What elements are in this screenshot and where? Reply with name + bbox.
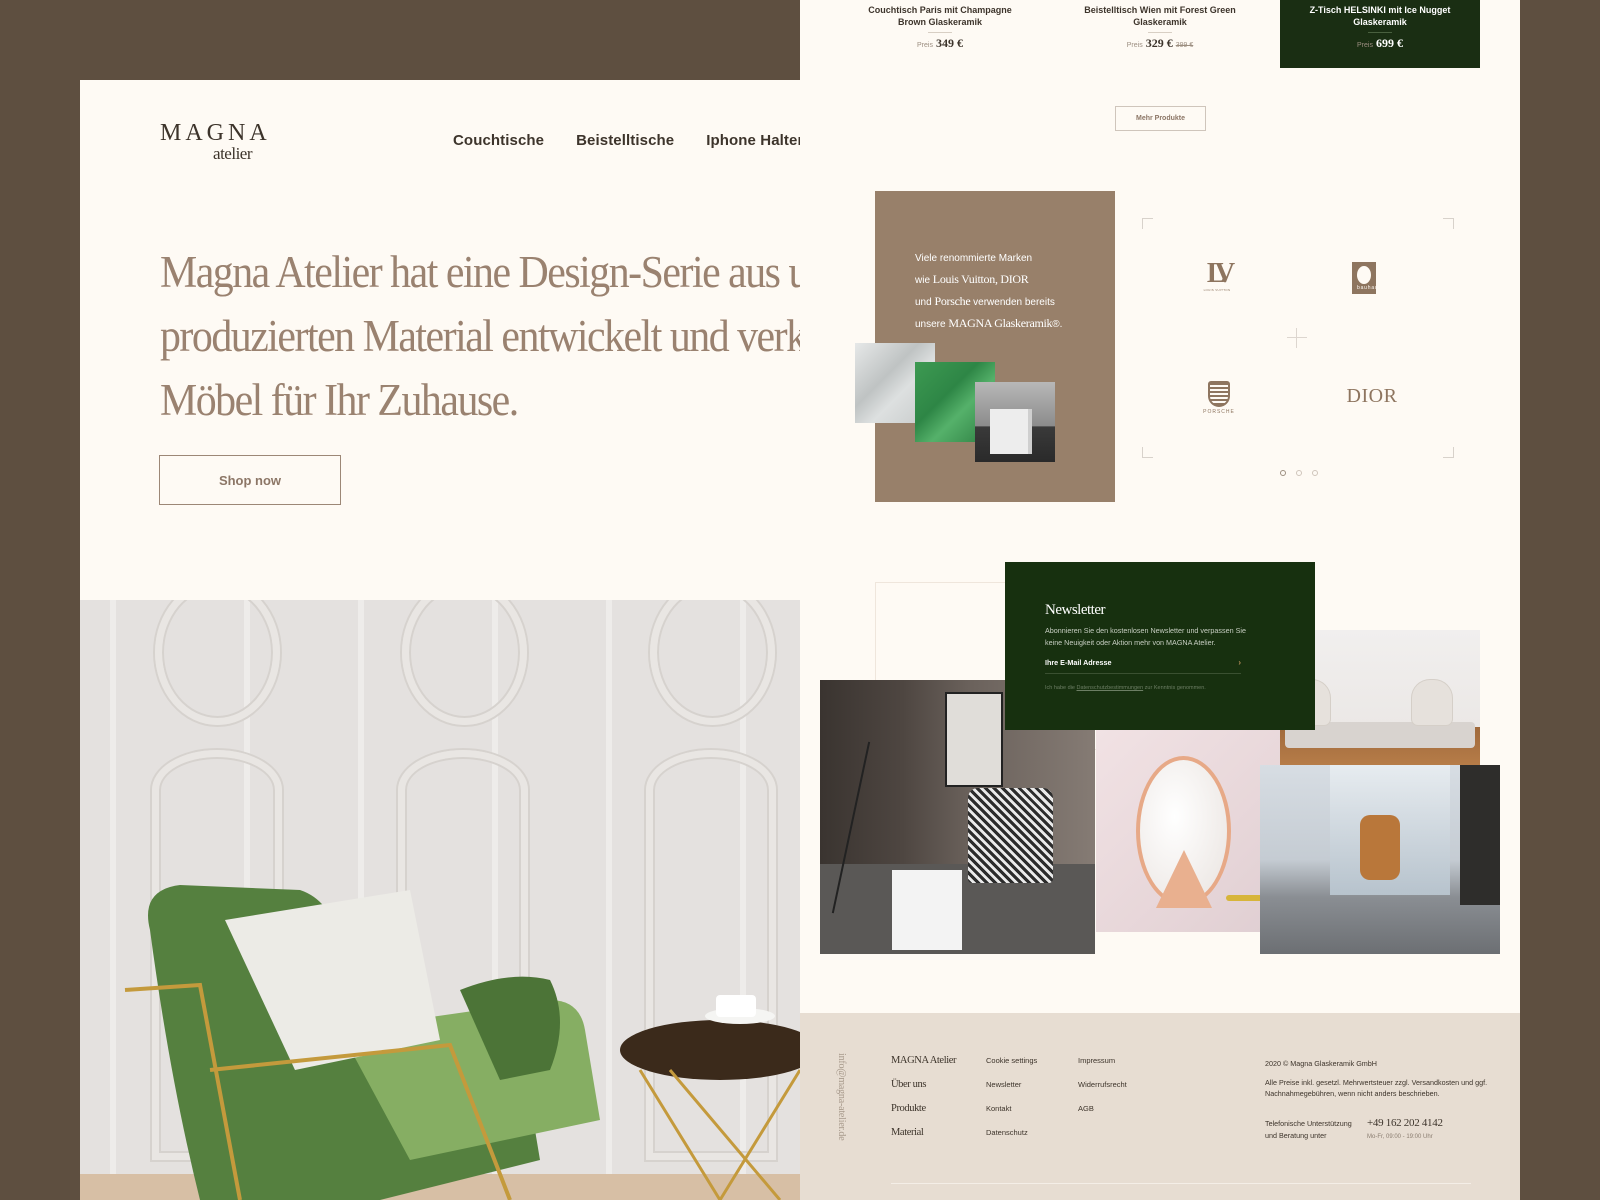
footer-link[interactable]: AGB — [1078, 1104, 1127, 1114]
carousel-dot-3[interactable] — [1312, 470, 1318, 476]
shop-now-button[interactable]: Shop now — [159, 455, 341, 505]
product-price: 349 € — [935, 36, 963, 50]
hero-line: Möbel für Ihr Zuhause. — [160, 375, 519, 425]
carousel-dots — [1280, 470, 1318, 476]
footer-support: Telefonische Unterstützung und Beratung … — [1265, 1117, 1443, 1143]
divider — [1368, 32, 1392, 33]
bauhaus-face-icon — [1357, 266, 1371, 284]
white-cube-table — [892, 870, 962, 950]
brands-copy: Viele renommierte Marken wie Louis Vuitt… — [915, 253, 1063, 330]
carousel-dot-2[interactable] — [1296, 470, 1302, 476]
price-row: Preis 699 € — [1280, 36, 1480, 51]
carousel-dot-1[interactable] — [1280, 470, 1286, 476]
site-footer: info@magna-atelier.de MAGNA Atelier Über… — [800, 1013, 1520, 1200]
product-card[interactable]: Beistelltisch Wien mit Forest Green Glas… — [1060, 0, 1260, 68]
houndstooth-chair — [968, 788, 1053, 883]
footer-primary-links: MAGNA Atelier Über uns Produkte Material — [891, 1053, 956, 1141]
product-name: Couchtisch Paris mit Champagne Brown Gla… — [868, 5, 1012, 27]
price-row: Preis 349 € — [840, 36, 1040, 51]
material-sample-table-photo — [975, 382, 1055, 462]
frame-corner — [1142, 447, 1153, 458]
product-price: 699 € — [1375, 36, 1403, 50]
more-products-button[interactable]: Mehr Produkte — [1115, 106, 1206, 131]
footer-link[interactable]: MAGNA Atelier — [891, 1053, 956, 1069]
nav-item-iphone-halterung[interactable]: Iphone Halterun — [706, 132, 800, 149]
wall-artwork — [945, 692, 1003, 787]
product-price: 329 € — [1145, 36, 1173, 50]
louis-vuitton-logo: LV LOUIS VUITTON — [1203, 258, 1236, 293]
footer-divider — [891, 1183, 1471, 1184]
brand-logo[interactable]: MAGNA atelier — [160, 120, 267, 170]
nav-item-couchtische[interactable]: Couchtische — [453, 132, 544, 149]
price-label: Preis — [1126, 42, 1143, 49]
footer-link[interactable]: Produkte — [891, 1101, 956, 1117]
footer-link[interactable]: Über uns — [891, 1077, 956, 1093]
price-row: Preis 329 €399 € — [1060, 36, 1260, 51]
footer-link[interactable]: Impressum — [1078, 1056, 1127, 1066]
frame-corner — [1443, 218, 1454, 229]
newsletter-email-row: › — [1045, 658, 1241, 674]
support-label: Telefonische Unterstützung und Beratung … — [1265, 1119, 1352, 1140]
copyright: 2020 © Magna Glaskeramik GmbH — [1265, 1059, 1377, 1068]
footer-email-link[interactable]: info@magna-atelier.de — [836, 1053, 847, 1140]
frame-corner — [1443, 447, 1454, 458]
support-hours: Mo-Fr, 09:00 - 19:00 Uhr — [1367, 1133, 1433, 1140]
footer-legal-links: Impressum Widerrufsrecht AGB — [1078, 1056, 1127, 1114]
support-phone[interactable]: +49 162 202 4142 — [1367, 1117, 1443, 1130]
hero-image-armchair — [80, 600, 800, 1200]
footer-link[interactable]: Material — [891, 1125, 956, 1141]
homepage-hero-page: MAGNA atelier Couchtische Beistelltische… — [80, 80, 800, 1200]
product-card-highlighted[interactable]: Z-Tisch HELSINKI mit Ice Nugget Glaskera… — [1280, 0, 1480, 68]
newsletter-description: Abonnieren Sie den kostenlosen Newslette… — [1045, 626, 1246, 647]
side-table-cube — [990, 409, 1032, 454]
plus-icon — [1287, 328, 1307, 348]
submit-arrow-icon[interactable]: › — [1238, 658, 1241, 667]
divider — [928, 32, 952, 33]
divider — [1148, 32, 1172, 33]
porsche-crest-icon — [1208, 381, 1230, 407]
footer-link[interactable]: Newsletter — [986, 1080, 1037, 1090]
product-old-price: 399 € — [1175, 42, 1194, 49]
brand-logos-grid: LV LOUIS VUITTON bauhaus PORSCHE DIOR — [1142, 218, 1454, 458]
price-label: Preis — [917, 42, 933, 49]
homepage-content-page: Couchtisch Paris mit Champagne Brown Gla… — [800, 0, 1520, 1200]
privacy-policy-link[interactable]: Datenschutzbestimmungen — [1077, 685, 1144, 691]
newsletter-email-input[interactable] — [1045, 658, 1215, 667]
logo-subtitle: atelier — [213, 144, 252, 163]
vat-note: Alle Preise inkl. gesetzl. Mehrwertsteue… — [1265, 1077, 1488, 1099]
product-name: Z-Tisch HELSINKI mit Ice Nugget Glaskera… — [1309, 5, 1451, 27]
footer-link[interactable]: Cookie settings — [986, 1056, 1037, 1066]
armchair-illustration — [124, 885, 800, 1200]
bauhaus-logo: bauhaus — [1352, 262, 1386, 294]
footer-link[interactable]: Widerrufsrecht — [1078, 1080, 1127, 1090]
footer-link[interactable]: Datenschutz — [986, 1128, 1037, 1138]
logo-wordmark: MAGNA — [160, 120, 271, 146]
footer-link[interactable]: Kontakt — [986, 1104, 1037, 1114]
nav-item-beistelltische[interactable]: Beistelltische — [576, 132, 674, 149]
photo-living-room — [1260, 765, 1500, 954]
product-card[interactable]: Couchtisch Paris mit Champagne Brown Gla… — [840, 0, 1040, 68]
price-label: Preis — [1357, 42, 1373, 49]
footer-legal-text: 2020 © Magna Glaskeramik GmbH Alle Preis… — [1265, 1058, 1495, 1100]
frame-corner — [1142, 218, 1153, 229]
hero-line: Magna Atelier hat eine Design-Serie aus … — [160, 247, 800, 297]
newsletter-title: Newsletter — [1045, 602, 1105, 618]
hero-headline: Magna Atelier hat eine Design-Serie aus … — [160, 240, 800, 432]
product-name: Beistelltisch Wien mit Forest Green Glas… — [1084, 5, 1236, 27]
dior-logo: DIOR — [1346, 385, 1398, 407]
newsletter-consent: Ich habe die Datenschutzbestimmungen zur… — [1045, 685, 1206, 691]
main-nav: Couchtische Beistelltische Iphone Halter… — [453, 132, 800, 149]
hero-line: produzierten Material entwickelt und ver… — [160, 311, 800, 361]
footer-secondary-links: Cookie settings Newsletter Kontakt Daten… — [986, 1056, 1037, 1138]
newsletter-card: Newsletter Abonnieren Sie den kostenlose… — [1005, 562, 1315, 730]
porsche-logo: PORSCHE — [1197, 381, 1241, 415]
